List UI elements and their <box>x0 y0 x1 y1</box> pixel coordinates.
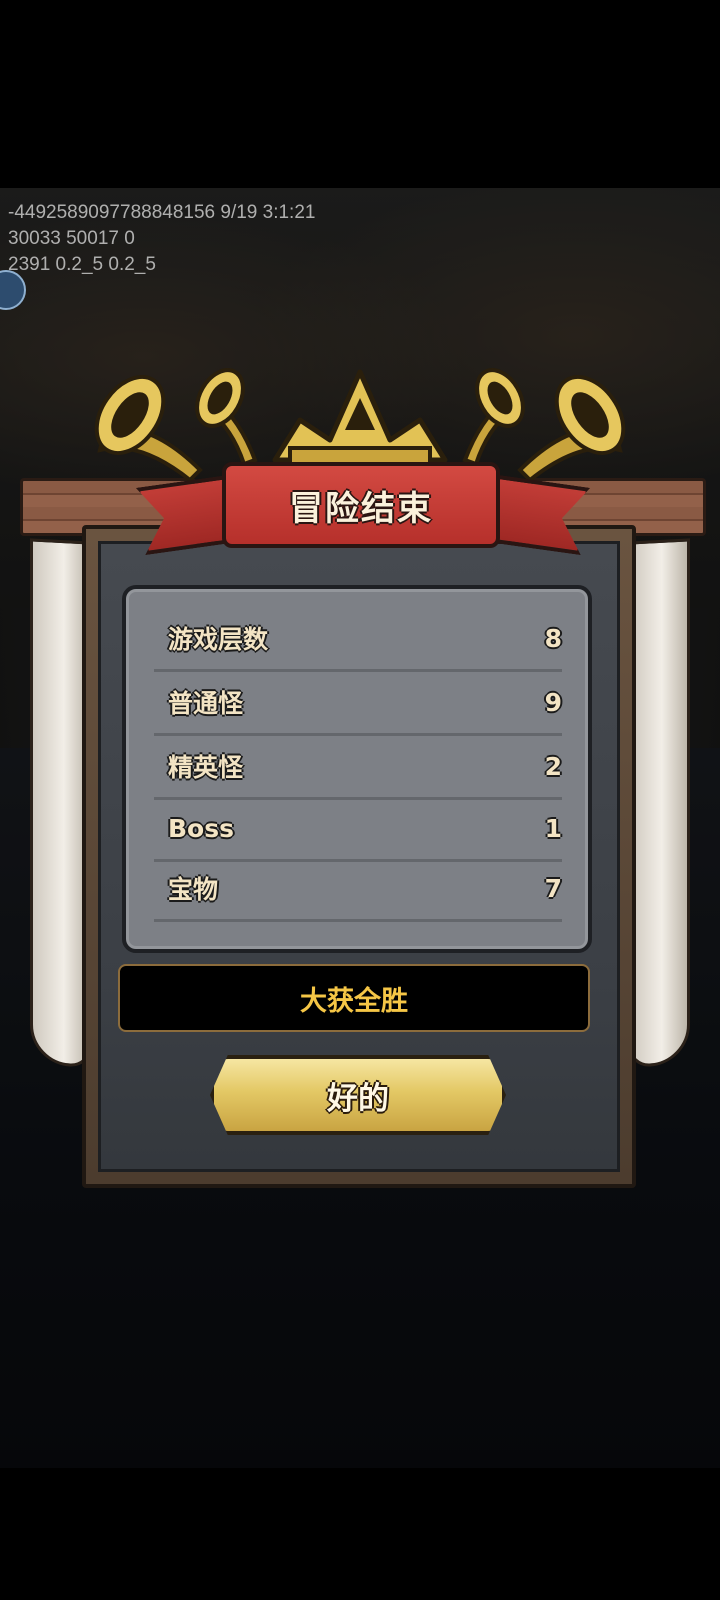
trumpet-icon <box>517 375 626 483</box>
result-text: 大获全胜 <box>300 985 408 1017</box>
trumpet-icon <box>195 368 258 467</box>
crown-icon <box>272 369 448 466</box>
result-banner: 大获全胜 <box>118 964 590 1032</box>
stat-value: 2 <box>544 751 562 781</box>
stat-label: 游戏层数 <box>168 625 269 654</box>
stat-label: 精英怪 <box>168 753 244 782</box>
stat-value: 1 <box>544 813 562 843</box>
trumpet-icon <box>94 375 203 483</box>
confirm-button[interactable]: 好的 <box>210 1055 506 1135</box>
title-ribbon: 冒险结束 <box>222 462 500 548</box>
stat-row-floors: 游戏层数 8 <box>154 607 562 672</box>
stats-panel: 游戏层数 8 普通怪 9 精英怪 2 Boss 1 宝物 7 <box>122 585 592 953</box>
stat-row-boss: Boss 1 <box>154 797 562 862</box>
crown-trumpets <box>94 368 626 483</box>
stat-value: 9 <box>544 687 562 717</box>
curtain-right <box>628 538 690 1068</box>
stat-label: Boss <box>168 813 234 843</box>
stat-row-normal-monsters: 普通怪 9 <box>154 671 562 736</box>
trumpet-icon <box>462 368 525 467</box>
stat-label: 宝物 <box>168 875 219 904</box>
adventure-end-dialog: 游戏层数 8 普通怪 9 精英怪 2 Boss 1 宝物 7 大获全胜 好的 冒… <box>0 0 720 1600</box>
stat-value: 8 <box>544 623 562 653</box>
stat-value: 7 <box>544 873 562 903</box>
confirm-button-label: 好的 <box>327 1080 389 1117</box>
stat-row-treasure: 宝物 7 <box>154 857 562 922</box>
stat-row-elite-monsters: 精英怪 2 <box>154 735 562 800</box>
stat-label: 普通怪 <box>168 689 244 718</box>
dialog-title: 冒险结束 <box>289 488 433 529</box>
